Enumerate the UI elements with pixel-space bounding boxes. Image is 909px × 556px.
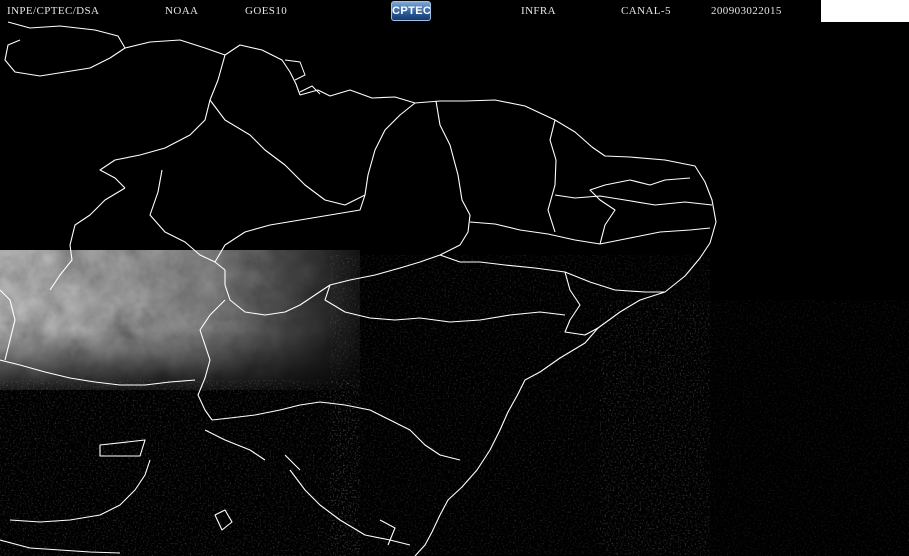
source-label: INPE/CPTEC/DSA: [7, 5, 100, 17]
satellite-map: [0, 21, 909, 556]
channel-label: CANAL-5: [621, 5, 671, 17]
corner-blank-box: [821, 0, 909, 22]
band-label: INFRA: [521, 5, 557, 17]
agency-label: NOAA: [165, 5, 199, 17]
cloud-cover: [0, 250, 909, 556]
image-header: INPE/CPTEC/DSA NOAA GOES10 CPTEC INFRA C…: [0, 0, 909, 22]
satellite-label: GOES10: [245, 5, 288, 17]
cptec-logo: CPTEC: [391, 1, 431, 21]
timestamp-label: 200903022015: [711, 5, 782, 17]
coast-details: [284, 59, 321, 95]
